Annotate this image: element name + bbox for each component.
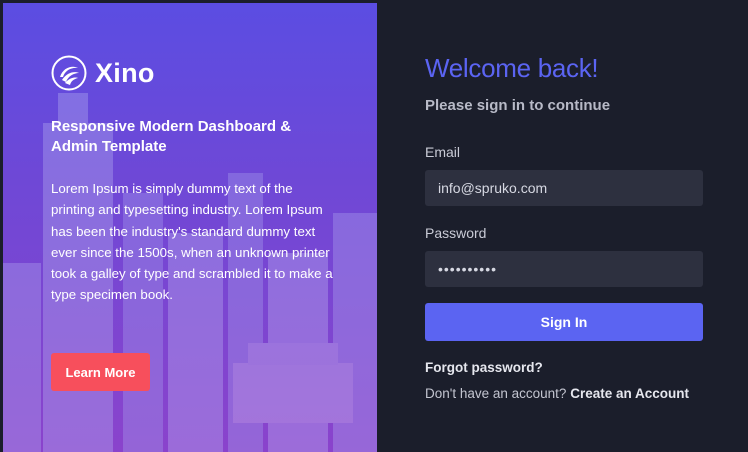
login-panel: Welcome back! Please sign in to continue… xyxy=(377,3,748,452)
learn-more-button[interactable]: Learn More xyxy=(51,353,150,391)
no-account-text: Don't have an account? xyxy=(425,386,567,401)
signup-prompt: Don't have an account? Create an Account xyxy=(425,386,689,401)
welcome-subtitle: Please sign in to continue xyxy=(425,97,611,114)
welcome-title: Welcome back! xyxy=(425,53,599,83)
forgot-password-link[interactable]: Forgot password? xyxy=(425,360,543,375)
password-label: Password xyxy=(425,225,487,241)
hero-description: Lorem Ipsum is simply dummy text of the … xyxy=(51,181,333,303)
brand-logo: Xino xyxy=(51,55,155,91)
xino-swirl-logo-icon xyxy=(51,55,87,91)
email-label: Email xyxy=(425,144,461,160)
email-field[interactable]: info@spruko.com xyxy=(425,170,703,206)
create-account-link[interactable]: Create an Account xyxy=(570,386,689,401)
login-page: Xino Responsive Modern Dashboard & Admin… xyxy=(3,3,748,452)
brand-name: Xino xyxy=(95,57,155,88)
sign-in-button[interactable]: Sign In xyxy=(425,303,703,341)
password-field[interactable]: •••••••••• xyxy=(425,251,703,287)
hero-panel: Xino Responsive Modern Dashboard & Admin… xyxy=(3,3,377,452)
hero-heading: Responsive Modern Dashboard & Admin Temp… xyxy=(51,118,292,155)
